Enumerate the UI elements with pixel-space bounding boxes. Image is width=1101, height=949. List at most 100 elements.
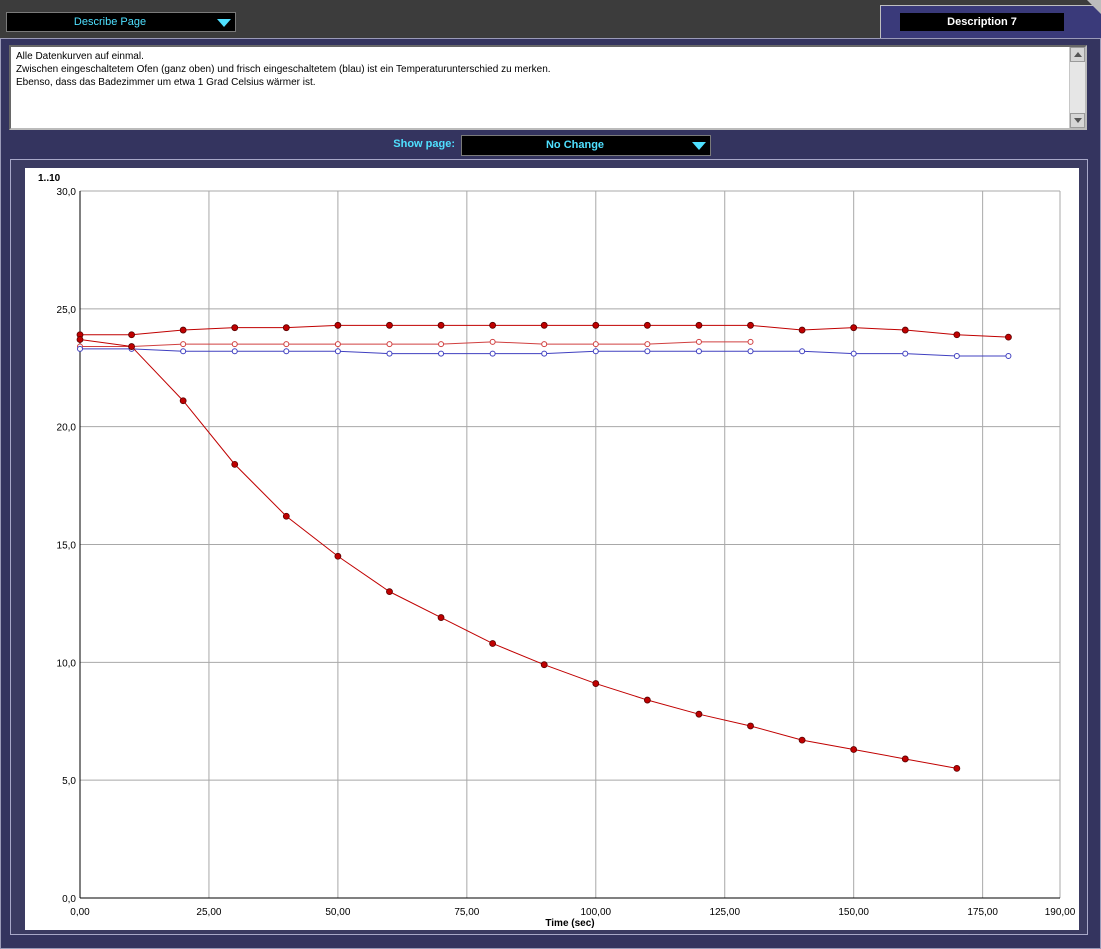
y-axis-title: 1..10 <box>38 173 61 184</box>
scroll-up-button[interactable] <box>1070 47 1085 62</box>
description-line: Alle Datenkurven auf einmal. <box>16 51 144 62</box>
data-point <box>747 348 754 355</box>
show-page-label: Show page: <box>393 138 455 150</box>
data-point <box>695 710 703 718</box>
y-tick-label: 10,0 <box>57 658 77 669</box>
data-point <box>541 341 548 348</box>
y-tick-label: 15,0 <box>57 541 77 552</box>
data-point <box>695 321 703 329</box>
description-line: Ebenso, dass das Badezimmer um etwa 1 Gr… <box>16 77 316 88</box>
data-point <box>77 345 83 352</box>
data-point <box>540 661 548 669</box>
data-point <box>592 348 599 355</box>
data-point <box>695 348 702 355</box>
y-tick-label: 5,0 <box>62 776 76 787</box>
data-point <box>747 722 754 730</box>
data-point <box>386 341 393 348</box>
data-point <box>438 350 445 357</box>
data-point <box>180 348 187 355</box>
data-point <box>438 341 445 348</box>
data-point <box>128 343 135 350</box>
data-point <box>1005 352 1012 359</box>
data-point <box>437 614 445 621</box>
data-point <box>592 341 599 348</box>
data-point <box>386 350 393 357</box>
description-scrollbar[interactable] <box>1069 47 1085 128</box>
data-point <box>334 348 341 355</box>
description-textbox[interactable]: Alle Datenkurven auf einmal. Zwischen ei… <box>9 45 1087 130</box>
data-point <box>798 736 806 744</box>
data-point <box>747 338 754 345</box>
data-point <box>180 341 187 348</box>
chevron-down-icon <box>217 19 231 27</box>
x-tick-label: 0,00 <box>70 907 90 918</box>
data-point <box>850 746 858 753</box>
data-point <box>540 321 548 329</box>
x-tick-label: 190,00 <box>1045 907 1076 918</box>
data-point <box>282 324 290 332</box>
data-point <box>231 348 238 355</box>
data-point <box>283 348 290 355</box>
data-point <box>644 341 651 348</box>
data-point <box>592 321 600 329</box>
description-tab-label: Description 7 <box>900 13 1064 31</box>
x-axis-title: Time (sec) <box>545 918 594 929</box>
y-tick-label: 25,0 <box>57 305 77 316</box>
graph-area[interactable]: 0,00 25,00 50,00 75,00 100,00 125,00 150,00 175… <box>25 168 1079 930</box>
show-page-dropdown[interactable]: No Change <box>461 135 711 156</box>
data-point <box>231 341 238 348</box>
data-point <box>334 321 342 329</box>
x-tick-label: 125,00 <box>709 907 740 918</box>
data-point <box>179 397 187 405</box>
data-point <box>799 348 806 355</box>
data-point <box>386 588 393 596</box>
data-point <box>695 338 702 345</box>
x-tick-label: 25,00 <box>196 907 221 918</box>
x-tick-label: 150,00 <box>838 907 869 918</box>
data-point <box>747 321 754 329</box>
data-point <box>1005 333 1012 341</box>
x-tick-label: 175,00 <box>967 907 998 918</box>
x-tick-label: 100,00 <box>580 907 611 918</box>
page-corner-icon <box>1087 0 1101 14</box>
data-point <box>850 324 858 332</box>
description-tab[interactable]: Description 7 <box>880 5 1101 39</box>
data-point <box>901 755 909 763</box>
arrow-up-icon <box>1074 52 1082 57</box>
data-point <box>643 696 651 704</box>
arrow-down-icon <box>1074 118 1082 123</box>
data-point <box>953 331 961 339</box>
data-point <box>334 341 341 348</box>
scroll-down-button[interactable] <box>1070 113 1085 128</box>
data-point <box>386 321 393 329</box>
description-text: Alle Datenkurven auf einmal. Zwischen ei… <box>16 50 1065 89</box>
data-point <box>489 338 496 345</box>
data-point <box>76 336 84 343</box>
data-point <box>901 326 909 334</box>
series-line <box>79 338 957 769</box>
description-line: Zwischen eingeschaltetem Ofen (ganz oben… <box>16 64 551 75</box>
describe-page-dropdown[interactable]: Describe Page <box>6 12 236 32</box>
top-bar: Describe Page Description 7 <box>0 0 1101 39</box>
data-point <box>541 350 548 357</box>
x-tick-label: 50,00 <box>325 907 350 918</box>
chevron-down-icon <box>692 142 706 150</box>
data-point <box>798 326 806 334</box>
data-point <box>489 640 497 647</box>
data-point <box>437 321 445 329</box>
x-tick-label: 75,00 <box>454 907 479 918</box>
data-point <box>334 552 342 560</box>
data-point <box>953 352 960 359</box>
data-point <box>489 321 497 329</box>
y-tick-label: 20,0 <box>57 423 77 434</box>
show-page-value: No Change <box>545 139 605 151</box>
data-point <box>489 350 496 357</box>
data-point <box>282 512 290 520</box>
line-chart[interactable]: 0,00 25,00 50,00 75,00 100,00 125,00 150,00 175… <box>25 168 1079 930</box>
data-point <box>179 326 187 334</box>
data-point <box>592 680 600 687</box>
y-tick-label: 0,0 <box>62 894 76 905</box>
data-point <box>128 331 135 339</box>
describe-page-label: Describe Page <box>73 16 147 28</box>
data-point <box>644 348 651 355</box>
